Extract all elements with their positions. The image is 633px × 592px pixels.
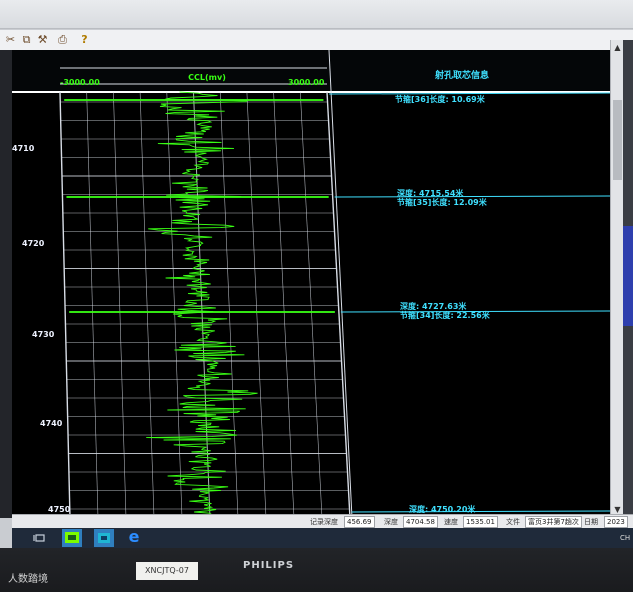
record-depth-value: 456.69 (344, 516, 375, 528)
window-title-bar (0, 0, 633, 29)
depth-label-4740: 4740 (40, 419, 63, 428)
vertical-gridline (300, 91, 323, 518)
show-desktop-icon[interactable] (32, 530, 48, 546)
file-label: 文件 (506, 518, 520, 526)
info-column-title: 射孔取芯信息 (434, 71, 489, 81)
status-bar: 记录深度 456.69 深度 4704.58 速度 1535.01 文件 富页3… (12, 514, 633, 529)
collar-33-depth: 深度: 4750.20米 (409, 505, 476, 514)
plot-app-icon[interactable] (94, 529, 114, 547)
help-icon[interactable]: ? (78, 33, 91, 46)
copy-icon[interactable]: ⧉ (20, 33, 33, 46)
vertical-gridline (246, 91, 267, 518)
right-edge-highlight (623, 226, 633, 326)
ccl-scale-max: 3000.00 (288, 78, 325, 87)
logging-app-icon[interactable] (62, 529, 82, 547)
tool-icon[interactable]: ⚒ (36, 33, 49, 46)
collar-marker-line (329, 92, 610, 95)
depth-label-4710: 4710 (12, 144, 35, 153)
ccl-curve-title: CCL(mv) (188, 73, 226, 82)
depth-value: 4704.58 (403, 516, 438, 528)
taskbar: e CH (12, 528, 633, 548)
monitor-brand: PHILIPS (243, 560, 295, 571)
monitor-bezel: XNCJTQ-07 PHILIPS 人数踏境 (0, 548, 633, 592)
collar-35-length: 节箍[35]长度: 12.09米 (397, 198, 487, 207)
log-track-canvas (12, 50, 610, 518)
track-right-border (326, 91, 351, 518)
scroll-up-icon[interactable]: ▲ (612, 42, 623, 53)
vertical-gridline (86, 91, 99, 518)
ccl-scale-min: -3000.00 (60, 78, 100, 87)
collar-35-depth: 深度: 4715.54米 (397, 189, 464, 198)
asset-sticker: XNCJTQ-07 (136, 562, 198, 580)
collar-34-length: 节箍[34]长度: 22.56米 (400, 311, 490, 320)
date-value: 2023 (604, 516, 628, 528)
collar-34-annotation: 深度: 4727.63米 节箍[34]长度: 22.56米 (400, 302, 490, 320)
collar-36-length: 节箍[36]长度: 10.69米 (395, 95, 485, 104)
print-icon[interactable]: ⎙ (56, 33, 69, 46)
monitor-screen: ✂ ⧉ ⚒ ⎙ ? CCL(mv) -3000.00 3000.00 射孔取芯信… (0, 0, 633, 560)
depth-label-4730: 4730 (32, 330, 55, 339)
speed-value: 1535.01 (463, 516, 498, 528)
depth-label-4720: 4720 (22, 239, 45, 248)
scrollbar-thumb[interactable] (613, 100, 622, 180)
speed-label: 速度 (444, 518, 458, 526)
vertical-gridline (113, 91, 127, 518)
toolbar: ✂ ⧉ ⚒ ⎙ ? (0, 30, 633, 51)
tray-language: CH (620, 534, 631, 542)
photo-watermark: 人数踏境 (8, 574, 48, 585)
collar-34-depth: 深度: 4727.63米 (400, 302, 467, 311)
record-depth-label: 记录深度 (310, 518, 338, 526)
vertical-scrollbar[interactable]: ▲ ▼ (610, 40, 624, 518)
vertical-gridline (166, 91, 183, 518)
depth-label-4750: 4750 (48, 505, 71, 514)
vertical-gridline (273, 91, 295, 518)
depth-label: 深度 (384, 518, 398, 526)
collar-33-annotation: 深度: 4750.20米 (409, 505, 475, 514)
vertical-gridline (139, 91, 155, 518)
collar-36-annotation: 节箍[36]长度: 10.69米 (395, 95, 485, 104)
ccl-log-plot[interactable]: CCL(mv) -3000.00 3000.00 射孔取芯信息 4710 472… (12, 50, 610, 518)
collar-marker-line (351, 510, 610, 513)
info-column-border (328, 50, 353, 518)
track-left-border (59, 91, 71, 518)
date-label: 日期 (584, 518, 598, 526)
cut-icon[interactable]: ✂ (4, 33, 17, 46)
browser-icon[interactable]: e (125, 528, 143, 546)
vertical-gridline (219, 91, 239, 518)
collar-35-annotation: 深度: 4715.54米 节箍[35]长度: 12.09米 (397, 189, 487, 207)
file-value: 富页3井第7趟次 (525, 516, 582, 528)
left-panel (0, 50, 12, 518)
